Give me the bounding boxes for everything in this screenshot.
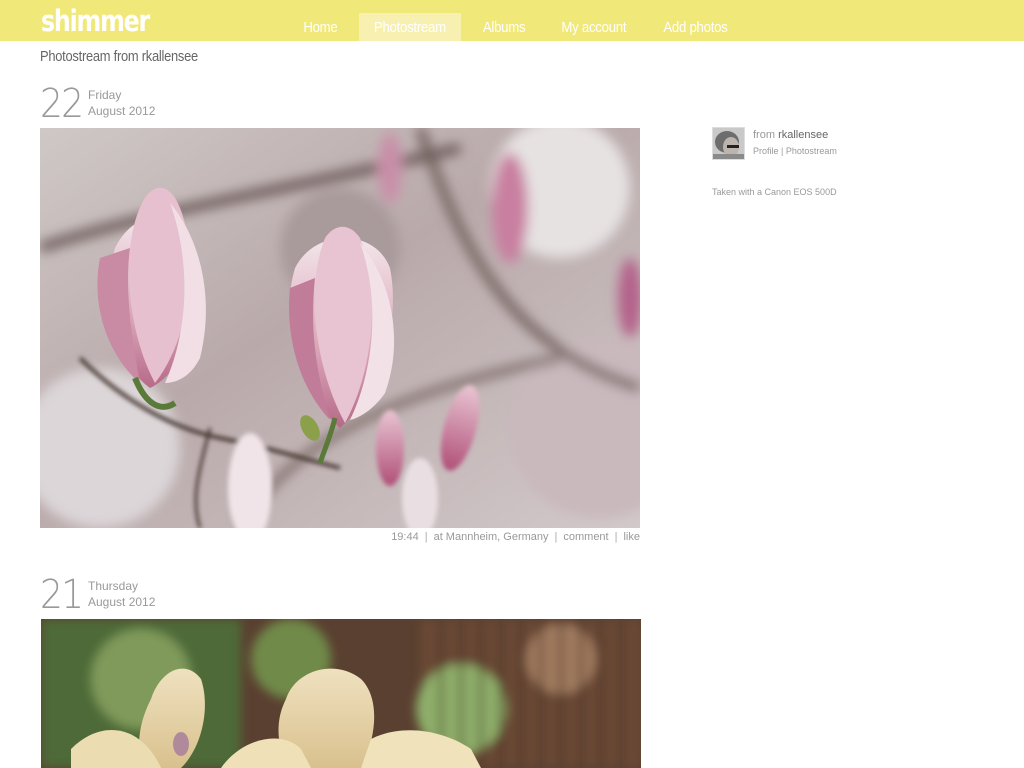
nav-add-photos-label: Add photos: [663, 19, 729, 36]
post-time: 19:44: [391, 531, 419, 543]
post-weekday: Friday: [88, 88, 122, 102]
main-nav: Home Photostream Albums My account Add p…: [291, 13, 751, 41]
post-day: 22: [40, 81, 84, 127]
post-photo-magnolia[interactable]: [40, 128, 640, 528]
profile-link[interactable]: Profile: [753, 146, 779, 156]
post: 22 Friday August 2012 19:44 | at Mannhei…: [40, 81, 640, 543]
logo[interactable]: shimmer: [41, 3, 150, 39]
link-separator: |: [781, 146, 784, 156]
nav-photostream-label: Photostream: [373, 19, 446, 36]
post-weekday: Thursday: [88, 579, 139, 593]
post-meta: 19:44 | at Mannheim, Germany | comment | like: [391, 531, 640, 543]
post-date: 21 Thursday August 2012: [40, 572, 640, 618]
meta-separator: |: [614, 531, 618, 543]
nav-albums-label: Albums: [482, 19, 525, 36]
nav-albums[interactable]: Albums: [470, 13, 538, 41]
owner-links: Profile | Photostream: [753, 146, 837, 156]
magnolia-photo-image: [40, 128, 640, 528]
comment-link[interactable]: comment: [563, 531, 608, 543]
post-location-link[interactable]: at Mannheim, Germany: [434, 531, 549, 543]
camera-info: Taken with a Canon EOS 500D: [712, 187, 837, 197]
top-bar: shimmer Home Photostream Albums My accou…: [0, 0, 1024, 41]
post-month-year: August 2012: [88, 104, 156, 118]
owner-username-link[interactable]: rkallensee: [778, 129, 828, 141]
nav-my-account[interactable]: My account: [547, 13, 641, 41]
post: 21 Thursday August 2012: [40, 572, 641, 768]
meta-separator: |: [554, 531, 558, 543]
nav-photostream[interactable]: Photostream: [358, 13, 461, 41]
nav-home[interactable]: Home: [291, 13, 350, 41]
avatar-image: [713, 128, 744, 159]
post-month-year: August 2012: [88, 595, 156, 609]
post-date: 22 Friday August 2012: [40, 81, 640, 127]
post-photo-orchid[interactable]: [41, 619, 641, 768]
photostream-link[interactable]: Photostream: [786, 146, 837, 156]
nav-add-photos[interactable]: Add photos: [649, 13, 742, 41]
post-day: 21: [40, 572, 84, 618]
nav-my-account-label: My account: [561, 19, 627, 36]
meta-separator: |: [424, 531, 428, 543]
avatar[interactable]: [712, 127, 745, 160]
from-prefix: from: [753, 129, 775, 141]
owner-line: from rkallensee: [753, 129, 828, 141]
nav-home-label: Home: [303, 19, 338, 36]
page-title-text: Photostream from rkallensee: [40, 48, 198, 65]
orchid-photo-image: [41, 619, 641, 768]
page-title: Photostream from rkallensee: [40, 48, 224, 65]
like-link[interactable]: like: [623, 531, 640, 543]
